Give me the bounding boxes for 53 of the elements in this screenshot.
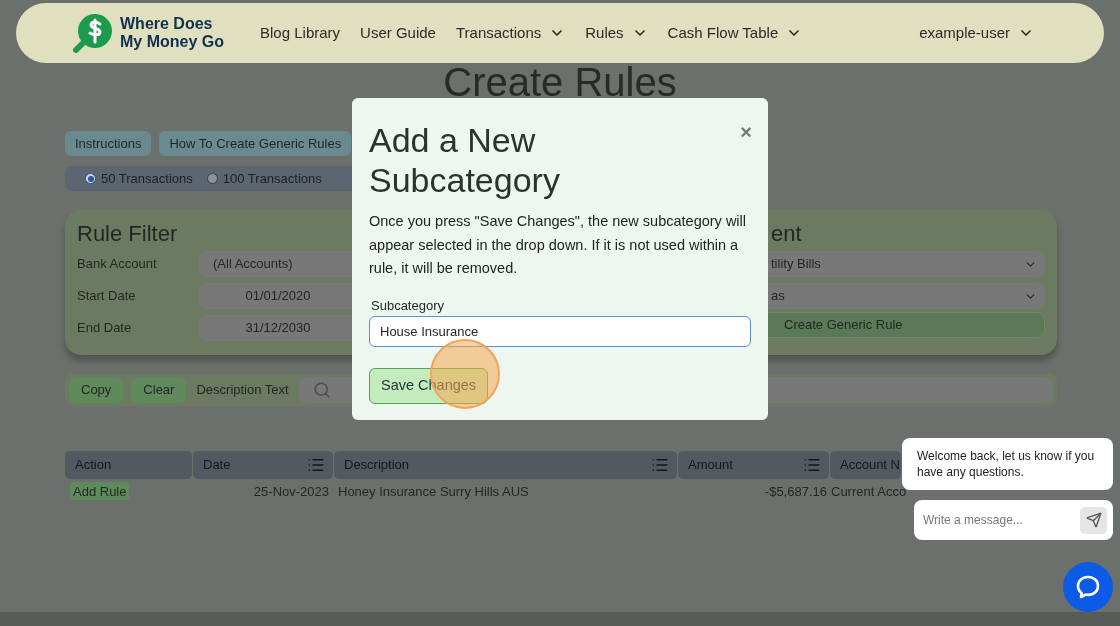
create-rule-button[interactable]: Create Generic Rule — [767, 312, 1045, 338]
close-button[interactable]: × — [740, 122, 752, 142]
nav-link[interactable]: Transactions — [445, 21, 576, 45]
save-changes-button[interactable]: Save Changes — [369, 368, 489, 404]
radio-button[interactable] — [206, 173, 218, 184]
table-cell-text: 25-Nov-2023 — [252, 483, 330, 502]
chat-bubble: Welcome back, let us know if you have any questions. — [902, 438, 1113, 490]
column-header[interactable]: Date — [193, 451, 333, 479]
radio-label: 50 Transactions — [101, 169, 193, 188]
field-label: Bank Account — [77, 255, 158, 274]
search-label: Description Text — [196, 381, 289, 400]
list-icon — [651, 456, 669, 474]
column-header[interactable]: Description — [334, 451, 677, 479]
table-cell-text: Honey Insurance Surry Hills AUS — [337, 483, 530, 502]
field-label: End Date — [77, 319, 133, 338]
nav-link[interactable]: Rules — [575, 21, 658, 45]
action-button[interactable]: Clear — [131, 377, 187, 403]
nav-link[interactable]: User Guide — [350, 21, 446, 45]
category-select[interactable]: tility Bills — [767, 251, 1045, 277]
panel-title: Rule Filter — [77, 220, 179, 248]
action-button[interactable]: Copy — [69, 377, 124, 403]
nav-link[interactable]: Blog Library — [250, 21, 351, 45]
send-icon — [1085, 512, 1102, 528]
logo-text[interactable]: Where Does — [120, 15, 224, 33]
radio-label: 100 Transactions — [222, 169, 322, 188]
modal-body: Once you press "Save Changes", the new subcategory will appear selected in the drop down. If it is not used within a rule, it will be removed. — [369, 212, 748, 278]
user-menu[interactable]: example-user — [919, 21, 1034, 45]
field-label: Start Date — [77, 287, 137, 306]
help-button[interactable]: How To Create Generic Rules — [159, 131, 352, 156]
modal-title: Add a New Subcategory — [369, 120, 561, 200]
help-button[interactable]: Instructions — [65, 131, 152, 156]
chat-icon — [1075, 574, 1101, 600]
page-title: Create Rules — [443, 59, 677, 105]
list-icon — [803, 456, 821, 474]
chat-launcher-button[interactable] — [1063, 562, 1113, 612]
column-header[interactable]: Action — [65, 451, 192, 479]
chat-input[interactable]: Write a message... — [914, 500, 1113, 540]
chat-placeholder: Write a message... — [923, 512, 1023, 529]
column-header[interactable]: Account N — [830, 451, 901, 479]
subcategory-input[interactable]: House Insurance — [369, 316, 751, 347]
panel-title: ent — [770, 220, 803, 248]
add-rule-button[interactable]: Add Rule — [70, 482, 130, 501]
dollar-magnifier-logo-icon[interactable] — [72, 12, 114, 54]
field-label: Subcategory — [370, 296, 445, 315]
logo-text[interactable]: My Money Go — [120, 33, 224, 51]
table-cell-text: -$5,687.16 — [763, 483, 828, 502]
list-icon — [307, 456, 325, 474]
category-select[interactable]: as — [767, 283, 1045, 309]
send-button[interactable] — [1080, 506, 1107, 534]
column-header[interactable]: Amount — [678, 451, 829, 479]
nav-link[interactable]: Cash Flow Table — [657, 21, 813, 45]
search-icon — [312, 381, 331, 399]
radio-button[interactable] — [85, 173, 96, 184]
